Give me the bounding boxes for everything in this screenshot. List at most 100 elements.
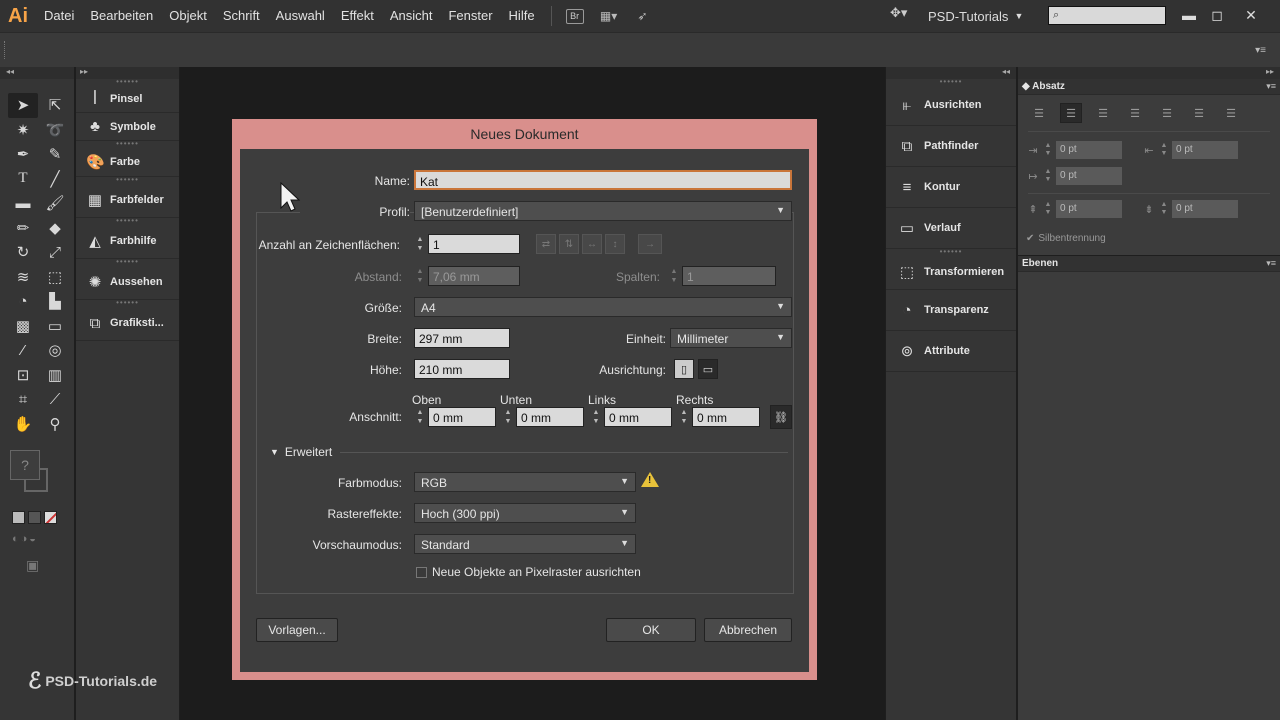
panel-ausrichten[interactable]: ⫦ Ausrichten (886, 85, 1016, 126)
panel-farbe[interactable]: 🎨 Farbe (76, 147, 179, 177)
layout-direction-icon[interactable]: → (638, 234, 662, 254)
panel-aussehen[interactable]: ✺ Aussehen (76, 265, 179, 300)
preview-select[interactable]: Standard ▼ (414, 534, 636, 554)
spacing-stepper[interactable]: ▲ ▼ (414, 267, 426, 287)
free-transform-tool-icon[interactable]: ⬚ (40, 265, 70, 290)
raster-select[interactable]: Hoch (300 ppi) ▼ (414, 503, 636, 523)
bleed-top-input[interactable]: 0 mm (428, 407, 496, 427)
cancel-button[interactable]: Abbrechen (704, 618, 792, 642)
stepper-icon[interactable]: ▲ ▼ (1159, 201, 1169, 217)
panel-menu-icon[interactable]: ▾≡ (1255, 45, 1266, 56)
gradient-button[interactable] (28, 511, 41, 524)
bleed-top-stepper[interactable]: ▲ ▼ (414, 408, 426, 428)
space-before-field[interactable]: 0 pt (1056, 200, 1122, 218)
selection-tool-icon[interactable]: ➤ (8, 93, 38, 118)
panel-menu-icon[interactable]: ▾≡ (1266, 258, 1276, 269)
justify-all-icon[interactable]: ☰ (1220, 103, 1242, 123)
blend-tool-icon[interactable]: ◎ (40, 338, 70, 363)
grid-by-column-icon[interactable]: ⇅ (559, 234, 579, 254)
workspace-options-icon[interactable]: ✥▾ (890, 5, 907, 21)
hyphenation-option[interactable]: ✔ Silbentrennung (1026, 233, 1106, 244)
width-input[interactable]: 297 mm (414, 328, 510, 348)
justify-center-icon[interactable]: ☰ (1156, 103, 1178, 123)
collapse-icon[interactable]: ◂◂ (0, 67, 74, 79)
bridge-button[interactable]: Br (564, 6, 586, 26)
align-left-icon[interactable]: ☰ (1028, 103, 1050, 123)
gradient-tool-icon[interactable]: ▭ (40, 314, 70, 339)
control-bar-grip[interactable] (4, 41, 7, 59)
panel-collapse-bar[interactable]: ▸▸ (1018, 67, 1280, 79)
scale-tool-icon[interactable]: ⤢ (40, 240, 70, 265)
pen-tool-icon[interactable]: ✒ (8, 142, 38, 167)
artboards-stepper[interactable]: ▲ ▼ (414, 235, 426, 255)
artboard-tool-icon[interactable]: ⌗ (8, 387, 38, 412)
rectangle-tool-icon[interactable]: ▬ (8, 191, 38, 216)
advanced-toggle[interactable]: ▼ Erweitert (270, 445, 332, 459)
column-graph-tool-icon[interactable]: ▥ (40, 363, 70, 388)
mesh-tool-icon[interactable]: ▩ (8, 314, 38, 339)
curvature-tool-icon[interactable]: ✎ (40, 142, 70, 167)
stepper-icon[interactable]: ▲ ▼ (1043, 201, 1053, 217)
unit-select[interactable]: Millimeter ▼ (670, 328, 792, 348)
chain-link-icon[interactable]: ⛓ (770, 405, 792, 429)
close-button[interactable]: ✕ (1238, 4, 1264, 26)
arrange-by-row-icon[interactable]: ↔ (582, 234, 602, 254)
panel-farbfelder[interactable]: ▦ Farbfelder (76, 183, 179, 218)
lasso-tool-icon[interactable]: ➰ (40, 118, 70, 143)
profile-select[interactable]: [Benutzerdefiniert] ▼ (414, 201, 792, 221)
align-right-icon[interactable]: ☰ (1092, 103, 1114, 123)
colormode-select[interactable]: RGB ▼ (414, 472, 636, 492)
warp-tool-icon[interactable]: ≋ (8, 265, 38, 290)
grid-by-row-icon[interactable]: ⇄ (536, 234, 556, 254)
columns-stepper[interactable]: ▲ ▼ (668, 267, 680, 287)
draw-mode-icon[interactable]: ◐◑◒ (12, 533, 38, 545)
stepper-icon[interactable]: ▲ ▼ (1043, 168, 1053, 184)
eyedropper-tool-icon[interactable]: ⁄ (8, 338, 38, 363)
panel-grafikstile[interactable]: ⧉ Grafiksti... (76, 306, 179, 341)
menu-schrift[interactable]: Schrift (215, 0, 268, 32)
paintbrush-tool-icon[interactable]: 🖌 (40, 191, 70, 216)
direct-selection-tool-icon[interactable]: ⇱ (40, 93, 70, 118)
left-indent-field[interactable]: 0 pt (1056, 141, 1122, 159)
shape-builder-tool-icon[interactable]: ◔ (8, 289, 38, 314)
fill-stroke-swatches[interactable]: ? (10, 450, 64, 510)
hand-tool-icon[interactable]: ✋ (8, 412, 38, 437)
templates-button[interactable]: Vorlagen... (256, 618, 338, 642)
screen-mode-icon[interactable]: ▣ (26, 557, 39, 574)
landscape-icon[interactable]: ▭ (698, 359, 718, 379)
right-indent-field[interactable]: 0 pt (1172, 141, 1238, 159)
panel-farbhilfe[interactable]: ◭ Farbhilfe (76, 224, 179, 259)
panel-transparenz[interactable]: ◔ Transparenz (886, 290, 1016, 331)
perspective-grid-tool-icon[interactable]: ▙ (40, 289, 70, 314)
rotate-tool-icon[interactable]: ↻ (8, 240, 38, 265)
size-select[interactable]: A4 ▼ (414, 297, 792, 317)
stepper-icon[interactable]: ▲ ▼ (1159, 142, 1169, 158)
paragraph-panel-tab[interactable]: ◆ Absatz ▾≡ (1018, 79, 1280, 95)
menu-effekt[interactable]: Effekt (333, 0, 382, 32)
bleed-bottom-input[interactable]: 0 mm (516, 407, 584, 427)
name-input[interactable]: Kat (414, 170, 792, 190)
zoom-tool-icon[interactable]: ⚲ (40, 412, 70, 437)
search-input[interactable]: ⌕ (1048, 6, 1166, 25)
fill-swatch[interactable]: ? (10, 450, 40, 480)
workspace-switcher[interactable]: PSD-Tutorials ▼ (928, 0, 1023, 32)
panel-attribute[interactable]: ⊚ Attribute (886, 331, 1016, 372)
pencil-tool-icon[interactable]: ✏ (8, 216, 38, 241)
justify-right-icon[interactable]: ☰ (1188, 103, 1210, 123)
menu-hilfe[interactable]: Hilfe (501, 0, 543, 32)
gpu-performance-button[interactable]: ➶ (632, 6, 654, 26)
menu-bearbeiten[interactable]: Bearbeiten (82, 0, 161, 32)
panel-transformieren[interactable]: ⬚ Transformieren (886, 255, 1016, 290)
bleed-right-stepper[interactable]: ▲ ▼ (678, 408, 690, 428)
align-center-icon[interactable]: ☰ (1060, 103, 1082, 123)
menu-datei[interactable]: Datei (36, 0, 82, 32)
line-tool-icon[interactable]: ╱ (40, 167, 70, 192)
stepper-icon[interactable]: ▲ ▼ (1043, 142, 1053, 158)
type-tool-icon[interactable]: T (8, 167, 38, 192)
panel-verlauf[interactable]: ▭ Verlauf (886, 208, 1016, 249)
arrange-documents-button[interactable]: ▦▾ (594, 6, 624, 26)
none-button[interactable] (44, 511, 57, 524)
pixelgrid-checkbox[interactable] (416, 567, 427, 578)
slice-tool-icon[interactable]: ⟋ (40, 387, 70, 412)
magic-wand-tool-icon[interactable]: ✷ (8, 118, 38, 143)
